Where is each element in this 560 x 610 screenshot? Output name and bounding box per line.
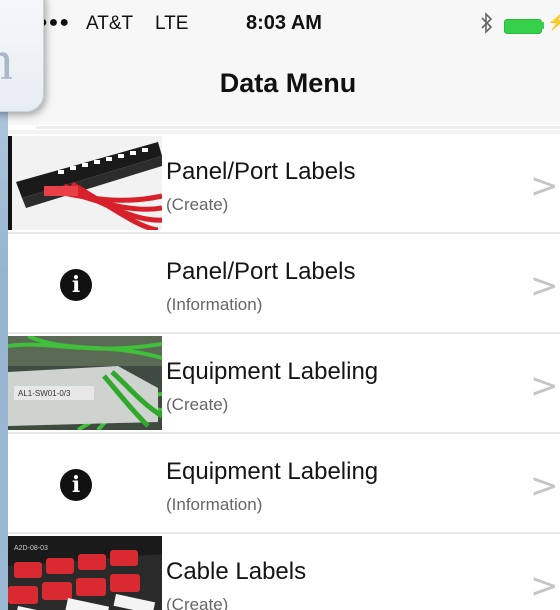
info-icon-wrap: i	[8, 234, 162, 332]
nav-divider	[36, 126, 560, 129]
bluetooth-icon	[481, 12, 493, 34]
menu-item-equipment-info[interactable]: i Equipment Labeling (Information) >	[8, 434, 560, 534]
overlay-card: n	[0, 0, 44, 112]
item-subtitle: (Create)	[166, 595, 229, 610]
network-type: LTE	[155, 13, 189, 34]
item-title: Equipment Labeling	[166, 458, 379, 485]
menu-item-cable-labels-create[interactable]: A2D-08-03 Cable Labels (Create) >	[8, 534, 560, 610]
overlay-glyph: n	[0, 29, 13, 93]
charging-bolt-icon: ⚡	[547, 14, 560, 31]
info-icon: i	[60, 269, 92, 301]
phone-screen: ●●● AT&T LTE 8:03 AM ⚡ Data Menu Panel/P…	[8, 0, 560, 610]
menu-item-equipment-create[interactable]: AL1-SW01-0/3 Equipment Labeling (Create)…	[8, 334, 560, 434]
chevron-right-icon: >	[530, 566, 559, 606]
item-title: Equipment Labeling	[166, 358, 379, 385]
info-icon-wrap: i	[8, 434, 162, 532]
info-icon: i	[60, 469, 92, 501]
status-bar: ●●● AT&T LTE 8:03 AM ⚡	[8, 0, 560, 50]
equipment-photo-icon: AL1-SW01-0/3	[8, 336, 162, 430]
svg-text:AL1-SW01-0/3: AL1-SW01-0/3	[18, 389, 71, 398]
patch-panel-photo-icon	[8, 136, 162, 230]
chevron-right-icon: >	[530, 466, 559, 506]
navigation-bar: Data Menu	[8, 50, 560, 125]
status-time: 8:03 AM	[246, 12, 322, 34]
chevron-right-icon: >	[530, 266, 559, 306]
cable-labels-photo-icon: A2D-08-03	[8, 536, 162, 610]
chevron-right-icon: >	[530, 166, 559, 206]
battery-charging-icon	[504, 19, 542, 34]
page-title: Data Menu	[219, 68, 357, 98]
item-subtitle: (Information)	[166, 295, 263, 314]
svg-text:A2D-08-03: A2D-08-03	[14, 545, 48, 552]
item-title: Panel/Port Labels	[166, 158, 356, 185]
battery-nub	[541, 22, 544, 29]
item-subtitle: (Create)	[166, 395, 229, 414]
carrier-name: AT&T	[86, 13, 134, 34]
menu-item-panel-port-create[interactable]: Panel/Port Labels (Create) >	[8, 134, 560, 234]
chevron-right-icon: >	[530, 366, 559, 406]
menu-item-panel-port-info[interactable]: i Panel/Port Labels (Information) >	[8, 234, 560, 334]
item-title: Panel/Port Labels	[166, 258, 356, 285]
item-subtitle: (Create)	[166, 195, 229, 214]
item-title: Cable Labels	[166, 558, 307, 585]
item-subtitle: (Information)	[166, 495, 263, 514]
